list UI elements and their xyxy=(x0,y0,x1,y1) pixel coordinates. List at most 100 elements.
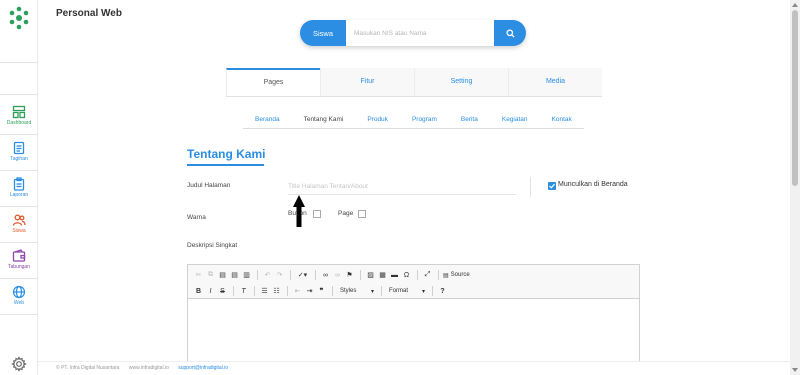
warna-page-checkbox[interactable] xyxy=(358,210,366,218)
sidebar-item-web[interactable]: Web xyxy=(0,283,38,317)
section-title: Tentang Kami xyxy=(187,147,266,161)
remove-format-icon[interactable]: T xyxy=(238,286,249,297)
warna-button-checkbox[interactable] xyxy=(313,210,321,218)
sidebar-item-siswa[interactable]: Siswa xyxy=(0,211,38,245)
strikethrough-icon[interactable]: S xyxy=(217,286,228,297)
globe-icon xyxy=(12,285,26,299)
subnav-beranda[interactable]: Beranda xyxy=(243,113,292,128)
help-icon[interactable]: ? xyxy=(437,286,448,297)
maximize-icon[interactable]: ⤢ xyxy=(422,270,433,281)
subnav-kontak[interactable]: Kontak xyxy=(540,113,584,128)
munculkan-checkbox[interactable] xyxy=(548,182,556,190)
paste-text-icon[interactable]: ▤ xyxy=(229,270,240,281)
tab-fitur[interactable]: Fitur xyxy=(320,68,414,96)
format-dropdown[interactable]: Format ▾ xyxy=(386,286,428,297)
rich-text-editor: ✂ ⧉ ▤ ▤ ▥ ↶ ↷ ✓▾ ∞ ∞ ⚑ ▨ ▦ ▬ Ω ⤢ ▤ Sourc… xyxy=(187,264,640,375)
sidebar-divider xyxy=(0,206,38,207)
bold-icon[interactable]: B xyxy=(193,286,204,297)
redo-icon[interactable]: ↷ xyxy=(274,270,285,281)
sidebar-item-label: Tabungan xyxy=(8,264,30,270)
subnav-produk[interactable]: Produk xyxy=(355,113,400,128)
sidebar-divider xyxy=(0,278,38,279)
sidebar-divider xyxy=(0,134,38,135)
cut-icon[interactable]: ✂ xyxy=(193,270,204,281)
copy-icon[interactable]: ⧉ xyxy=(205,270,216,281)
source-icon: ▤ xyxy=(443,272,449,279)
unlink-icon[interactable]: ∞ xyxy=(332,270,343,281)
source-button[interactable]: ▤ Source xyxy=(443,272,470,279)
subnav-kegiatan[interactable]: Kegiatan xyxy=(490,113,540,128)
toolbar-separator xyxy=(233,286,234,296)
clipboard-icon xyxy=(13,177,25,191)
sidebar-divider xyxy=(0,242,38,243)
paste-icon[interactable]: ▤ xyxy=(217,270,228,281)
search-icon xyxy=(505,28,515,38)
page-subnav: Beranda Tentang Kami Produk Program Beri… xyxy=(243,113,584,129)
settings-gear-icon[interactable] xyxy=(11,356,27,372)
page-scrollbar[interactable] xyxy=(790,0,800,375)
toolbar-separator xyxy=(360,270,361,280)
image-icon[interactable]: ▨ xyxy=(365,270,376,281)
main-tabs: Pages Fitur Setting Media xyxy=(226,68,602,97)
chevron-down-icon: ▾ xyxy=(370,288,374,295)
tab-pages[interactable]: Pages xyxy=(226,68,320,96)
bullet-list-icon[interactable]: ☷ xyxy=(271,286,282,297)
brand-logo[interactable] xyxy=(7,6,31,30)
sidebar-item-tabungan[interactable]: Tabungan xyxy=(0,247,38,281)
judul-halaman-label: Judul Halaman xyxy=(187,182,231,189)
up-arrow-icon xyxy=(293,195,305,227)
toolbar-separator xyxy=(290,270,291,280)
subnav-tentang-kami[interactable]: Tentang Kami xyxy=(292,113,356,128)
munculkan-label: Munculkan di Beranda xyxy=(558,181,628,188)
app-title: Personal Web xyxy=(56,8,122,19)
scroll-up-arrow-icon[interactable] xyxy=(790,0,800,10)
italic-icon[interactable]: I xyxy=(205,286,216,297)
section-title-underline xyxy=(187,164,264,166)
footer-website-link[interactable]: www.infradigital.io xyxy=(129,365,169,371)
search-category-tag[interactable]: Siswa xyxy=(300,20,346,46)
link-icon[interactable]: ∞ xyxy=(320,270,331,281)
spellcheck-icon[interactable]: ✓▾ xyxy=(295,270,310,281)
document-icon xyxy=(13,141,25,155)
table-icon[interactable]: ▦ xyxy=(377,270,388,281)
sidebar-item-laporan[interactable]: Laporan xyxy=(0,175,38,209)
paste-word-icon[interactable]: ▥ xyxy=(241,270,252,281)
sidebar-item-tagihan[interactable]: Tagihan xyxy=(0,139,38,173)
outdent-icon[interactable]: ⇤ xyxy=(292,286,303,297)
undo-icon[interactable]: ↶ xyxy=(262,270,273,281)
horizontal-line-icon[interactable]: ▬ xyxy=(389,270,400,281)
users-icon xyxy=(12,214,26,226)
field-divider xyxy=(530,177,531,197)
indent-icon[interactable]: ⇥ xyxy=(304,286,315,297)
tab-setting[interactable]: Setting xyxy=(414,68,508,96)
warna-label: Warna xyxy=(187,214,206,221)
styles-label: Styles xyxy=(340,288,357,294)
deskripsi-label: Deskripsi Singkat xyxy=(187,242,238,249)
tab-media[interactable]: Media xyxy=(508,68,602,96)
styles-dropdown[interactable]: Styles ▾ xyxy=(337,286,377,297)
search-bar: Siswa xyxy=(300,20,526,46)
toolbar-separator xyxy=(438,270,439,280)
warna-page-label: Page xyxy=(338,210,354,217)
judul-halaman-input[interactable] xyxy=(288,179,516,195)
footer-email-link[interactable]: support@infradigital.io xyxy=(178,365,228,371)
search-input[interactable] xyxy=(346,20,494,46)
wallet-icon xyxy=(12,249,26,262)
anchor-flag-icon[interactable]: ⚑ xyxy=(344,270,355,281)
format-label: Format xyxy=(389,288,409,294)
toolbar-separator xyxy=(287,286,288,296)
subnav-program[interactable]: Program xyxy=(400,113,449,128)
scrollbar-thumb[interactable] xyxy=(792,10,798,186)
sidebar-item-dashboard[interactable]: Dashboard xyxy=(0,103,38,137)
scroll-down-arrow-icon[interactable] xyxy=(790,365,800,375)
source-label: Source xyxy=(450,272,470,278)
toolbar-separator xyxy=(432,286,433,296)
sidebar-item-label: Dashboard xyxy=(6,120,32,126)
chevron-down-icon: ▾ xyxy=(421,288,425,295)
subnav-berita[interactable]: Berita xyxy=(449,113,490,128)
search-button[interactable] xyxy=(494,20,526,46)
numbered-list-icon[interactable]: ☰ xyxy=(259,286,270,297)
special-char-icon[interactable]: Ω xyxy=(401,270,412,281)
blockquote-icon[interactable]: ❞ xyxy=(316,286,327,297)
sidebar-divider xyxy=(0,170,38,171)
